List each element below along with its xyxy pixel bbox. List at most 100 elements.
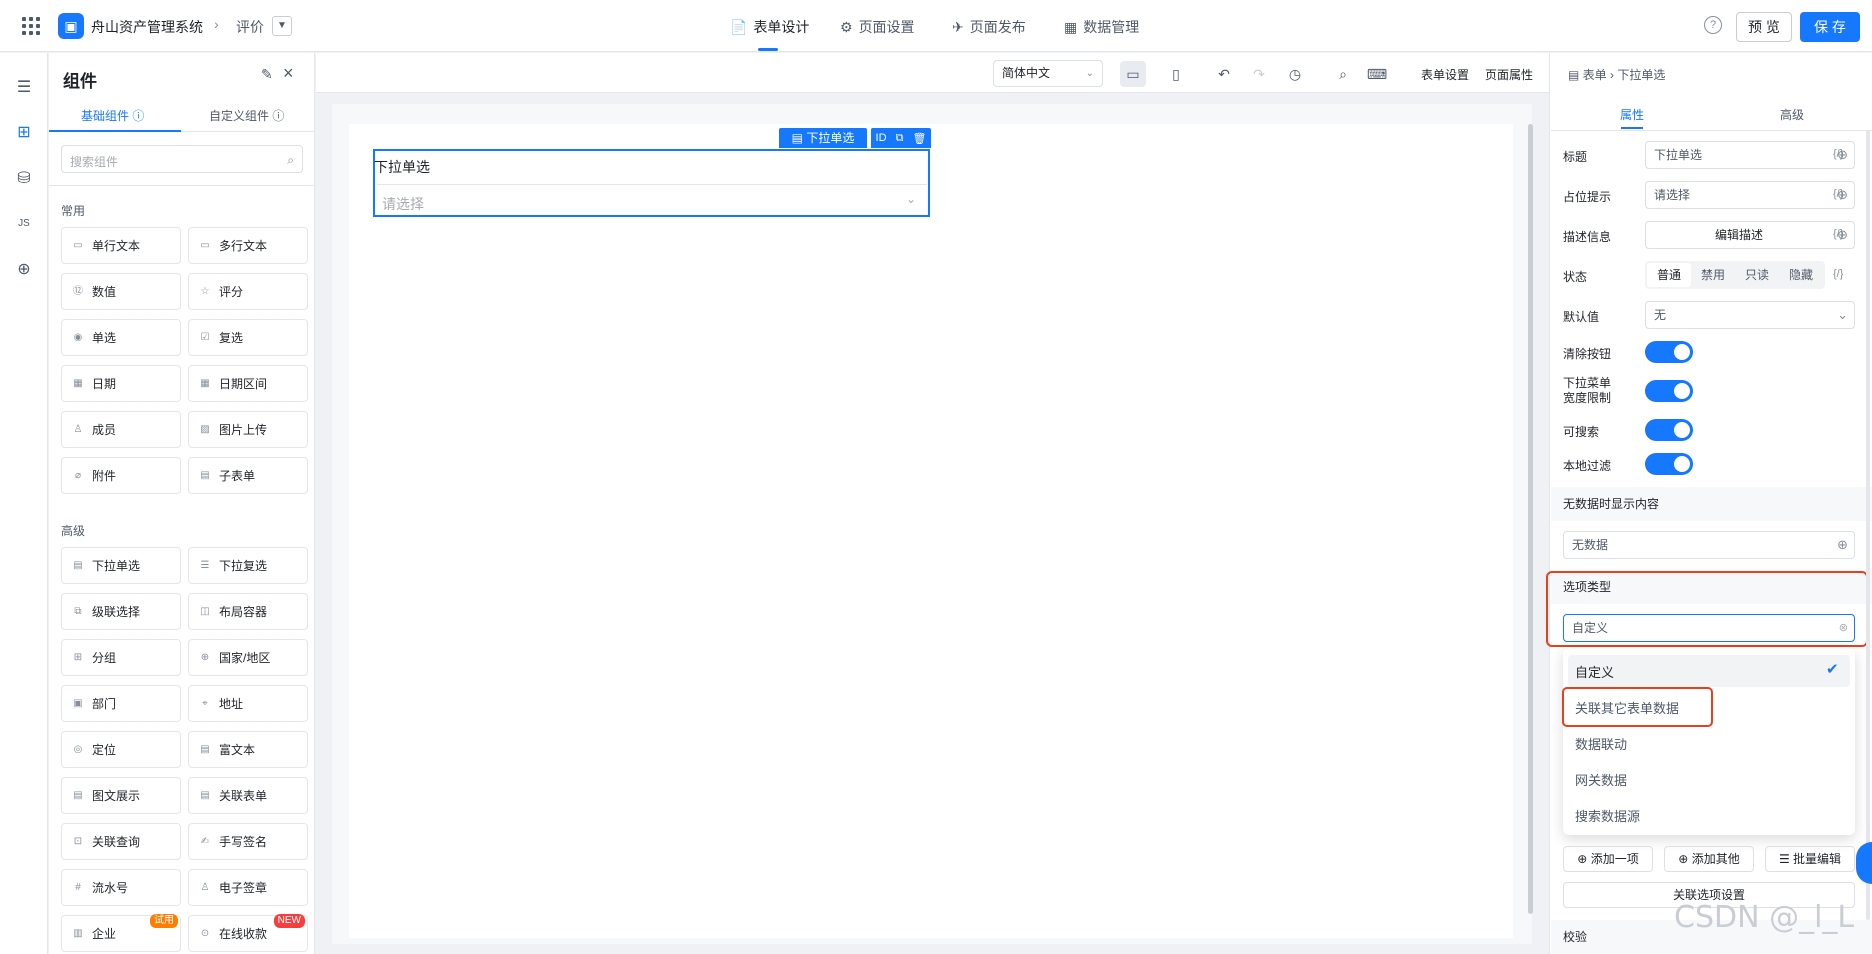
add-other-button[interactable]: ⊕ 添加其他 xyxy=(1664,846,1754,872)
width-label-line1: 下拉菜单 xyxy=(1563,376,1612,390)
component-number[interactable]: ⑫ 数值 xyxy=(61,273,181,310)
component-cascader[interactable]: ⧉ 级联选择 xyxy=(61,593,181,630)
status-readonly[interactable]: 只读 xyxy=(1735,263,1779,287)
properties-scrollbar[interactable] xyxy=(1866,130,1870,920)
dropdown-width-toggle[interactable] xyxy=(1645,380,1693,402)
components-icon[interactable]: ⊞ xyxy=(13,122,35,144)
component-online-payment[interactable]: ⊙ 在线收款 NEW xyxy=(188,914,308,952)
outline-icon[interactable]: ☰ xyxy=(13,77,35,99)
form-settings-button[interactable]: 表单设置 xyxy=(1421,66,1469,83)
component-date-range[interactable]: ▦ 日期区间 xyxy=(188,365,308,402)
floating-assistant-button[interactable] xyxy=(1856,842,1872,884)
tab-advanced[interactable]: 高级 xyxy=(1780,106,1804,123)
save-button[interactable]: 保 存 xyxy=(1800,12,1860,42)
pin-icon[interactable]: ✎ xyxy=(261,66,273,83)
component-group[interactable]: ⊞ 分组 xyxy=(61,639,181,676)
expression-button[interactable]: {/} xyxy=(1833,188,1843,200)
select-field[interactable] xyxy=(373,149,930,217)
component-search-input[interactable]: 搜索组件 ⌕ xyxy=(61,145,303,173)
component-image-text[interactable]: ▤ 图文展示 xyxy=(61,777,181,814)
field-placeholder[interactable]: 请选择 xyxy=(382,194,424,214)
component-serial[interactable]: # 流水号 xyxy=(61,869,181,906)
component-radio[interactable]: ◉ 单选 xyxy=(61,319,181,356)
edit-description-button[interactable]: 编辑描述 ⊕ xyxy=(1645,221,1855,249)
component-e-seal[interactable]: ♙ 电子签章 xyxy=(188,869,308,906)
component-attachment[interactable]: ⌀ 附件 xyxy=(61,457,181,494)
component-location[interactable]: ◎ 定位 xyxy=(61,731,181,768)
language-select[interactable]: 简体中文 ⌄ xyxy=(993,60,1103,87)
clear-button-toggle[interactable] xyxy=(1645,341,1693,363)
add-one-button[interactable]: ⊕ 添加一项 xyxy=(1563,846,1653,872)
keyboard-icon[interactable]: ⌨ xyxy=(1364,61,1390,87)
option-data-linkage[interactable]: 数据联动 xyxy=(1575,734,1627,753)
option-custom[interactable]: 自定义 xyxy=(1575,662,1614,681)
redo-icon[interactable]: ↷ xyxy=(1246,61,1272,87)
id-button[interactable]: ID xyxy=(876,132,887,144)
status-hidden[interactable]: 隐藏 xyxy=(1779,263,1823,287)
tab-form-design[interactable]: 📄 表单设计 xyxy=(730,17,809,37)
component-select-single[interactable]: ▤ 下拉单选 xyxy=(61,547,181,584)
no-data-input[interactable]: 无数据 ⊕ xyxy=(1563,531,1855,559)
searchable-toggle[interactable] xyxy=(1645,419,1693,441)
page-name[interactable]: 评价 xyxy=(236,17,264,37)
local-filter-toggle[interactable] xyxy=(1645,453,1693,475)
component-member[interactable]: ♙ 成员 xyxy=(61,411,181,448)
component-subform[interactable]: ▤ 子表单 xyxy=(188,457,308,494)
tab-basic-components[interactable]: 基础组件 ⓘ xyxy=(81,107,144,124)
globe-icon[interactable]: ⊕ xyxy=(13,259,35,281)
history-icon[interactable]: ◷ xyxy=(1282,61,1308,87)
delete-icon[interactable]: 🗑 xyxy=(912,132,926,145)
component-enterprise[interactable]: ▥ 企业 试用 xyxy=(61,914,181,952)
copy-icon[interactable]: ⧉ xyxy=(896,132,904,145)
component-date[interactable]: ▦ 日期 xyxy=(61,365,181,402)
page-properties-button[interactable]: 页面属性 xyxy=(1485,66,1533,83)
default-value-select[interactable]: 无 ⌄ xyxy=(1645,301,1855,329)
app-grid-icon[interactable] xyxy=(22,17,40,35)
component-address[interactable]: ⌖ 地址 xyxy=(188,685,308,722)
batch-edit-button[interactable]: ☰ 批量编辑 xyxy=(1765,846,1855,872)
tab-data-management[interactable]: ▦ 数据管理 xyxy=(1064,17,1139,37)
tab-custom-components[interactable]: 自定义组件 ⓘ xyxy=(209,107,284,124)
desktop-view-icon[interactable]: ▭ xyxy=(1120,61,1146,87)
page-dropdown-button[interactable]: ▼ xyxy=(272,16,292,36)
status-disabled[interactable]: 禁用 xyxy=(1691,263,1735,287)
status-normal[interactable]: 普通 xyxy=(1647,263,1691,287)
tab-page-publish[interactable]: ✈ 页面发布 xyxy=(952,17,1026,37)
component-multi-text[interactable]: ▭ 多行文本 xyxy=(188,227,308,264)
expression-button[interactable]: {/} xyxy=(1833,148,1843,160)
form-canvas[interactable] xyxy=(349,124,1513,938)
option-search-datasource[interactable]: 搜索数据源 xyxy=(1575,806,1640,825)
component-layout[interactable]: ◫ 布局容器 xyxy=(188,593,308,630)
mobile-view-icon[interactable]: ▯ xyxy=(1163,61,1189,87)
undo-icon[interactable]: ↶ xyxy=(1211,61,1237,87)
component-image-upload[interactable]: ▨ 图片上传 xyxy=(188,411,308,448)
placeholder-input[interactable]: 请选择 ⊕ xyxy=(1645,181,1855,209)
help-icon[interactable]: ? xyxy=(1704,16,1722,34)
component-select-multi[interactable]: ☰ 下拉复选 xyxy=(188,547,308,584)
expression-button[interactable]: {/} xyxy=(1833,228,1843,240)
component-signature[interactable]: ✍ 手写签名 xyxy=(188,823,308,860)
component-related-form[interactable]: ▤ 关联表单 xyxy=(188,777,308,814)
component-related-query[interactable]: ⊡ 关联查询 xyxy=(61,823,181,860)
component-country[interactable]: ⊕ 国家/地区 xyxy=(188,639,308,676)
preview-button[interactable]: 预 览 xyxy=(1736,12,1792,42)
component-rich-text[interactable]: ▤ 富文本 xyxy=(188,731,308,768)
component-department[interactable]: ▣ 部门 xyxy=(61,685,181,722)
canvas-scrollbar[interactable] xyxy=(1528,124,1533,914)
tab-page-settings[interactable]: ⚙ 页面设置 xyxy=(840,17,915,37)
title-input[interactable]: 下拉单选 ⊕ xyxy=(1645,141,1855,169)
component-checkbox[interactable]: ☑ 复选 xyxy=(188,319,308,356)
chevron-down-icon[interactable]: ⌄ xyxy=(906,192,916,206)
tab-properties[interactable]: 属性 xyxy=(1620,106,1644,123)
globe-icon[interactable]: ⊕ xyxy=(1837,532,1848,558)
breadcrumb-form[interactable]: 表单 xyxy=(1583,68,1607,82)
database-icon[interactable]: ⛁ xyxy=(13,168,35,190)
component-single-text[interactable]: ▭ 单行文本 xyxy=(61,227,181,264)
component-rating[interactable]: ☆ 评分 xyxy=(188,273,308,310)
close-icon[interactable]: × xyxy=(283,63,294,84)
option-gateway-data[interactable]: 网关数据 xyxy=(1575,770,1627,789)
js-icon[interactable]: JS xyxy=(13,213,35,235)
app-name[interactable]: 舟山资产管理系统 xyxy=(91,17,203,37)
search-icon[interactable]: ⌕ xyxy=(1330,61,1356,87)
expression-button[interactable]: {/} xyxy=(1833,268,1843,280)
